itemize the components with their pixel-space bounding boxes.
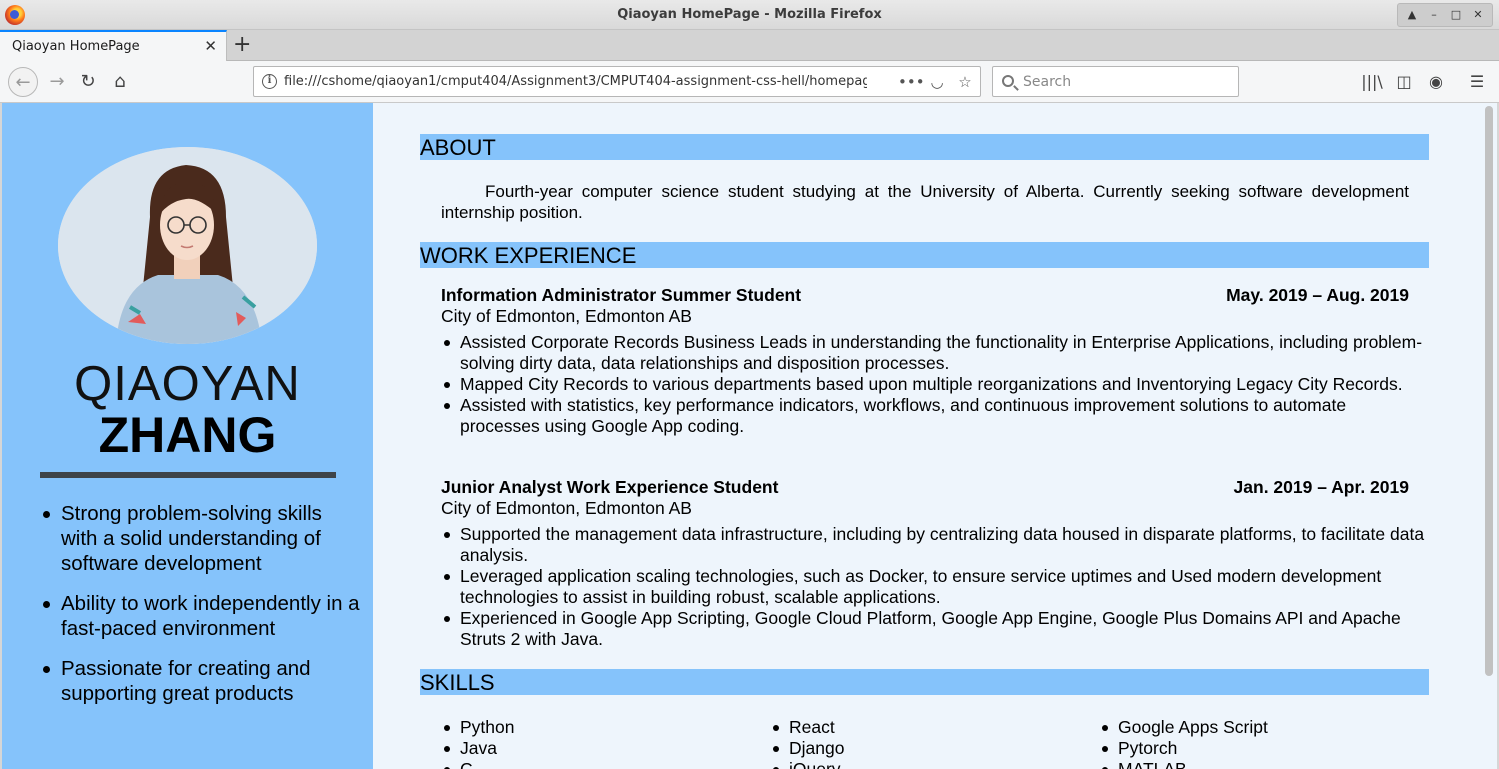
home-button[interactable]: ⌂	[105, 67, 135, 97]
url-bar[interactable]: i file:///cshome/qiaoyan1/cmput404/Assig…	[253, 66, 981, 97]
work-heading: WORK EXPERIENCE	[420, 242, 1429, 268]
url-text[interactable]: file:///cshome/qiaoyan1/cmput404/Assignm…	[284, 74, 867, 89]
name-divider	[40, 472, 336, 478]
job-entry: Information Administrator Summer Student…	[441, 285, 1422, 437]
url-bar-actions: ••• ◡ ☆	[898, 70, 976, 94]
sidebar-toggle-icon[interactable]: ◫	[1390, 67, 1418, 97]
job-bullet: Mapped City Records to various departmen…	[441, 374, 1429, 395]
tab-title: Qiaoyan HomePage	[12, 39, 140, 54]
search-bar[interactable]	[992, 66, 1239, 97]
highlight-item: Ability to work independently in a fast-…	[43, 592, 360, 640]
job-dates: Jan. 2019 – Apr. 2019	[1233, 477, 1409, 497]
skills-column: Python Java C	[441, 717, 770, 769]
new-tab-button[interactable]: +	[233, 32, 251, 57]
profile-sidebar: QIAOYAN ZHANG Strong problem-solving ski…	[2, 103, 373, 769]
first-name: QIAOYAN	[74, 357, 301, 411]
window-titlebar: Qiaoyan HomePage - Mozilla Firefox ▲ – □…	[0, 0, 1499, 30]
tab-homepage[interactable]: Qiaoyan HomePage ✕	[0, 30, 227, 61]
about-text: Fourth-year computer science student stu…	[441, 182, 1409, 222]
skill-item: C	[441, 759, 770, 769]
bookmark-star-icon[interactable]: ☆	[954, 70, 976, 94]
job-bullet: Assisted Corporate Records Business Lead…	[441, 332, 1429, 374]
window-maximize-button[interactable]: □	[1446, 4, 1466, 26]
scrollbar-thumb[interactable]	[1485, 106, 1493, 676]
job-bullet: Supported the management data infrastruc…	[441, 524, 1429, 566]
page-info-icon[interactable]: i	[262, 74, 277, 89]
forward-button[interactable]: →	[42, 67, 72, 97]
job-bullets: Supported the management data infrastruc…	[441, 524, 1429, 650]
job-bullet: Assisted with statistics, key performanc…	[441, 395, 1429, 437]
highlight-item: Passionate for creating and supporting g…	[43, 656, 361, 706]
highlight-item: Strong problem-solving skills with a sol…	[43, 501, 361, 576]
profile-photo	[58, 147, 317, 344]
skills-column: React Django jQuery	[770, 717, 1099, 769]
menu-icon[interactable]: ☰	[1463, 67, 1491, 97]
skills-column: Google Apps Script Pytorch MATLAB	[1099, 717, 1428, 769]
page-actions-icon[interactable]: •••	[898, 70, 925, 94]
back-button[interactable]: ←	[8, 67, 38, 97]
about-heading: ABOUT	[420, 134, 1429, 160]
skills-heading: SKILLS	[420, 669, 1429, 695]
page-scrollbar[interactable]	[1481, 103, 1497, 769]
tab-strip: Qiaoyan HomePage ✕ +	[0, 30, 1499, 61]
job-organization: City of Edmonton, Edmonton AB	[441, 498, 692, 518]
skill-item: React	[770, 717, 1099, 738]
window-up-icon[interactable]: ▲	[1402, 4, 1422, 26]
skill-item: Django	[770, 738, 1099, 759]
library-icon[interactable]: |||\	[1358, 67, 1386, 97]
job-bullet: Experienced in Google App Scripting, Goo…	[441, 608, 1429, 650]
last-name: ZHANG	[98, 407, 277, 463]
skill-item: Java	[441, 738, 770, 759]
job-bullet: Leveraged application scaling technologi…	[441, 566, 1429, 608]
skill-item: jQuery	[770, 759, 1099, 769]
pocket-icon[interactable]: ◡	[926, 70, 948, 94]
profile-photo-image	[58, 147, 317, 344]
skill-item: Python	[441, 717, 770, 738]
window-minimize-button[interactable]: –	[1424, 4, 1444, 26]
highlights-list: Strong problem-solving skills with a sol…	[43, 501, 361, 721]
account-icon[interactable]: ◉	[1422, 67, 1450, 97]
reload-button[interactable]: ↻	[73, 67, 103, 97]
tab-close-icon[interactable]: ✕	[204, 37, 217, 55]
window-controls: ▲ – □ ✕	[1397, 3, 1493, 27]
page-viewport: QIAOYAN ZHANG Strong problem-solving ski…	[2, 103, 1497, 769]
skill-item: MATLAB	[1099, 759, 1428, 769]
search-input[interactable]	[1023, 71, 1228, 93]
skill-item: Pytorch	[1099, 738, 1428, 759]
job-bullets: Assisted Corporate Records Business Lead…	[441, 332, 1429, 437]
skill-item: Google Apps Script	[1099, 717, 1428, 738]
window-title: Qiaoyan HomePage - Mozilla Firefox	[617, 7, 882, 22]
job-organization: City of Edmonton, Edmonton AB	[441, 306, 692, 326]
resume-main: ABOUT Fourth-year computer science stude…	[373, 103, 1479, 769]
window-close-button[interactable]: ✕	[1468, 4, 1488, 26]
navigation-toolbar: ← → ↻ ⌂ i file:///cshome/qiaoyan1/cmput4…	[0, 61, 1499, 103]
job-entry: Junior Analyst Work Experience Student J…	[441, 477, 1424, 650]
skills-grid: Python Java C React Django jQuery Google…	[441, 717, 1429, 769]
search-icon	[1002, 75, 1014, 87]
job-dates: May. 2019 – Aug. 2019	[1226, 285, 1409, 305]
